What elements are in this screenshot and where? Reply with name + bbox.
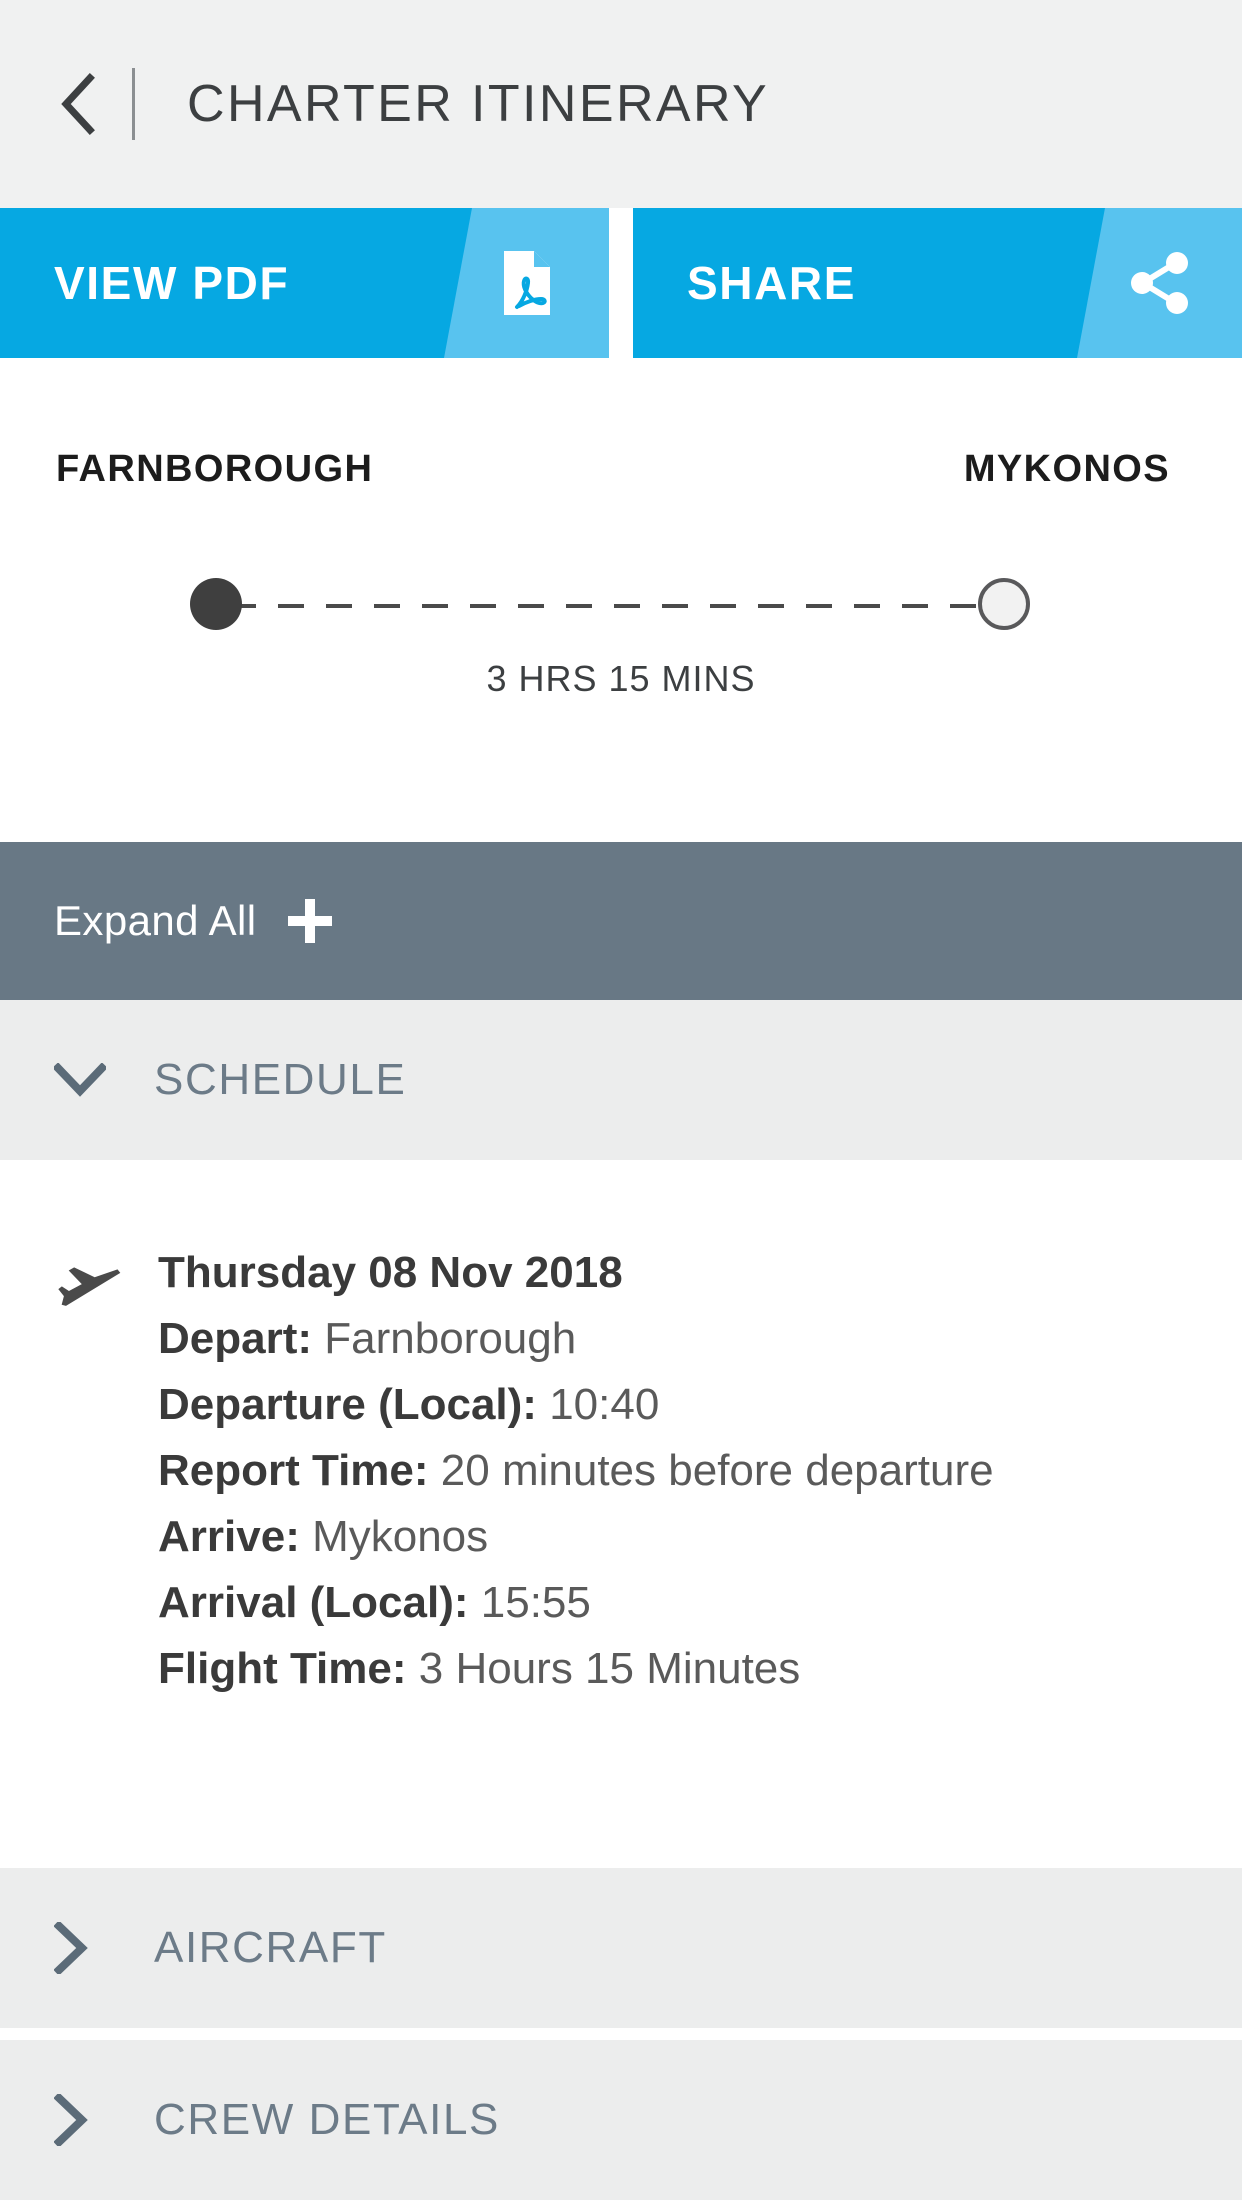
plus-icon: [288, 899, 333, 943]
view-pdf-button[interactable]: VIEW PDF: [0, 208, 609, 358]
route-destination-dot: [978, 578, 1030, 630]
view-pdf-label: VIEW PDF: [54, 257, 290, 309]
route-dashed-line: [230, 604, 990, 608]
share-label: SHARE: [687, 257, 857, 309]
schedule-row: Depart: Farnborough: [158, 1306, 1018, 1372]
expand-all-button[interactable]: Expand All: [0, 842, 1242, 1000]
section-title-crew-details: CREW DETAILS: [154, 2095, 500, 2144]
schedule-details: Thursday 08 Nov 2018 Depart: Farnborough…: [158, 1240, 1018, 1702]
arrival-local-label: Arrival (Local):: [158, 1578, 469, 1627]
section-header-schedule[interactable]: SCHEDULE: [0, 1000, 1242, 1160]
share-button[interactable]: SHARE: [633, 208, 1242, 358]
section-header-aircraft[interactable]: AIRCRAFT: [0, 1868, 1242, 2028]
arrival-local-value: 15:55: [480, 1578, 591, 1627]
chevron-right-icon: [54, 2094, 112, 2146]
section-title-schedule: SCHEDULE: [154, 1055, 407, 1104]
back-button[interactable]: [44, 64, 110, 144]
flight-time-label: Flight Time:: [158, 1644, 407, 1693]
chevron-down-icon: [54, 1063, 112, 1097]
departure-local-value: 10:40: [549, 1380, 660, 1429]
route-duration: 3 HRS 15 MINS: [486, 658, 756, 699]
schedule-row: Departure (Local): 10:40: [158, 1372, 1018, 1438]
schedule-content: Thursday 08 Nov 2018 Depart: Farnborough…: [0, 1160, 1242, 1860]
departure-local-label: Departure (Local):: [158, 1380, 537, 1429]
schedule-date: Thursday 08 Nov 2018: [158, 1240, 1018, 1306]
chevron-left-icon: [56, 73, 98, 135]
route-destination-label: MYKONOS: [963, 448, 1170, 490]
schedule-row: Arrival (Local): 15:55: [158, 1570, 1018, 1636]
action-bar: VIEW PDF SHARE: [0, 208, 1242, 358]
section-title-aircraft: AIRCRAFT: [154, 1923, 387, 1972]
chevron-right-icon: [54, 1922, 112, 1974]
expand-all-label: Expand All: [54, 897, 257, 944]
depart-value: Farnborough: [324, 1314, 577, 1363]
schedule-row: Flight Time: 3 Hours 15 Minutes: [158, 1636, 1018, 1702]
charter-itinerary-screen: CHARTER ITINERARY VIEW PDF SHARE FARNBOR…: [0, 0, 1242, 2209]
route-endpoints: FARNBOROUGH MYKONOS: [0, 448, 1242, 498]
report-time-label: Report Time:: [158, 1446, 429, 1495]
header-divider: [132, 68, 135, 140]
schedule-row: Arrive: Mykonos: [158, 1504, 1018, 1570]
depart-label: Depart:: [158, 1314, 313, 1363]
route-line: [190, 576, 1030, 636]
route-origin-dot: [190, 578, 242, 630]
airplane-icon: [56, 1254, 128, 1326]
page-title: CHARTER ITINERARY: [187, 75, 770, 133]
schedule-row: Report Time: 20 minutes before departure: [158, 1438, 1018, 1504]
flight-time-value: 3 Hours 15 Minutes: [418, 1644, 801, 1693]
arrive-value: Mykonos: [312, 1512, 489, 1561]
pdf-file-icon: [444, 208, 609, 358]
arrive-label: Arrive:: [158, 1512, 300, 1561]
route-origin-label: FARNBOROUGH: [56, 448, 374, 490]
share-icon: [1077, 208, 1242, 358]
route-summary: FARNBOROUGH MYKONOS 3 HRS 15 MINS: [0, 358, 1242, 842]
report-time-value: 20 minutes before departure: [440, 1446, 994, 1495]
app-header: CHARTER ITINERARY: [0, 0, 1242, 208]
schedule-date-value: Thursday 08 Nov 2018: [158, 1248, 623, 1297]
section-header-crew-details[interactable]: CREW DETAILS: [0, 2040, 1242, 2200]
